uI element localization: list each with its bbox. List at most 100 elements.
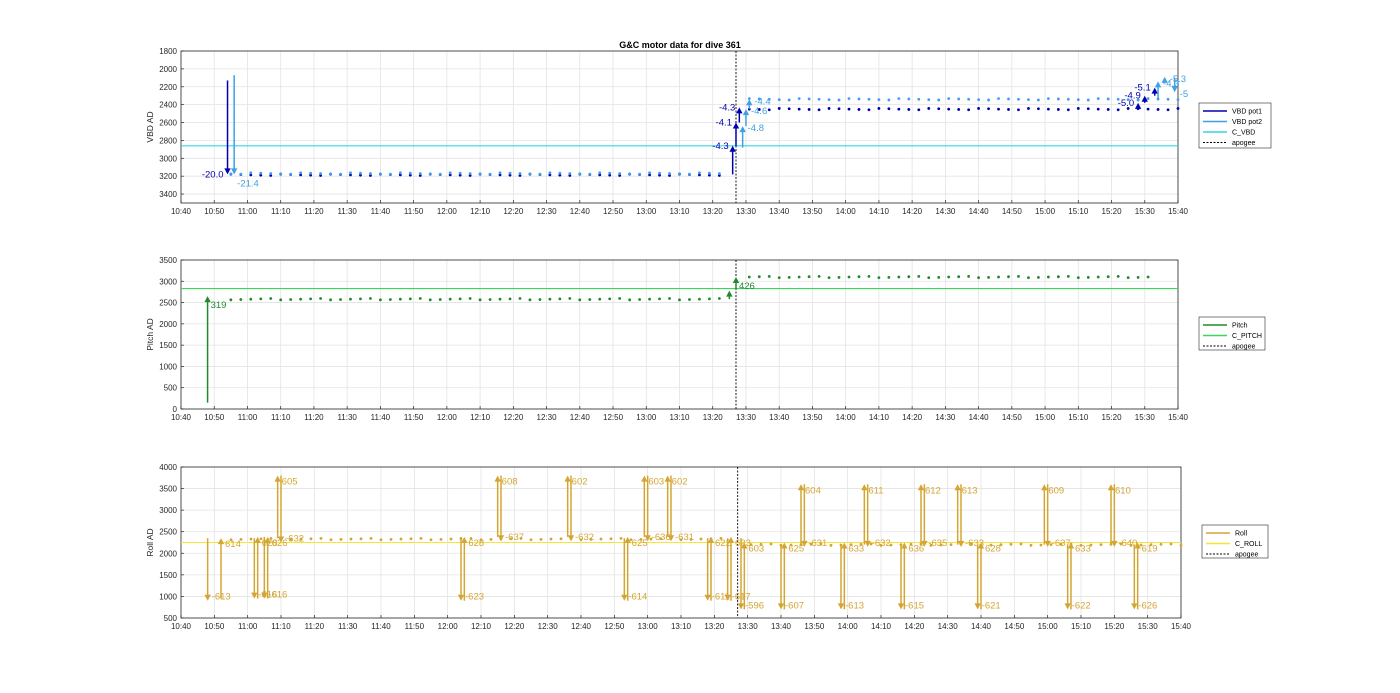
- data-point: [339, 537, 343, 541]
- data-point: [518, 172, 522, 175]
- data-point: [249, 537, 253, 541]
- x-tick-label: 12:40: [570, 207, 591, 216]
- data-point: [698, 297, 701, 301]
- x-tick-label: 15:10: [1068, 207, 1089, 216]
- data-point: [997, 275, 1000, 279]
- data-point: [1039, 543, 1043, 547]
- data-point: [239, 298, 243, 301]
- x-tick-label: 12:40: [570, 413, 591, 422]
- x-tick-label: 13:30: [738, 622, 759, 631]
- data-point: [827, 107, 831, 110]
- x-tick-label: 12:30: [537, 413, 558, 422]
- data-point: [269, 297, 273, 300]
- data-point: [937, 275, 941, 279]
- data-point: [887, 98, 891, 102]
- y-axis-label: Roll AD: [145, 528, 155, 556]
- data-point: [698, 171, 701, 175]
- data-point: [489, 537, 493, 541]
- data-point: [309, 171, 313, 175]
- data-point: [229, 298, 233, 302]
- x-tick-label: 15:30: [1138, 622, 1159, 631]
- data-point: [249, 171, 253, 175]
- move-label: -622: [1072, 600, 1091, 611]
- data-point: [937, 107, 941, 111]
- data-point: [558, 171, 562, 175]
- legend-label: apogee: [1232, 140, 1255, 147]
- data-point: [628, 172, 632, 176]
- data-point: [618, 172, 622, 175]
- data-point: [897, 275, 901, 279]
- data-point: [1116, 274, 1120, 278]
- data-point: [1029, 543, 1033, 547]
- data-point: [528, 172, 532, 176]
- x-tick-label: 13:40: [769, 413, 790, 422]
- data-point: [359, 537, 363, 541]
- x-tick-label: 14:00: [838, 622, 859, 631]
- x-tick-label: 10:40: [171, 413, 192, 422]
- x-tick-label: 13:00: [636, 413, 657, 422]
- data-point: [827, 98, 831, 102]
- data-point: [797, 107, 801, 111]
- data-point: [658, 297, 661, 301]
- data-point: [319, 172, 322, 175]
- x-tick-label: 13:00: [636, 207, 657, 216]
- data-point: [847, 275, 851, 279]
- move-label: -613: [845, 600, 864, 611]
- move-label: 628: [985, 544, 1001, 555]
- x-tick-label: 13:30: [736, 207, 757, 216]
- data-point: [448, 297, 452, 301]
- x-tick-label: 15:00: [1035, 413, 1056, 422]
- data-point: [957, 275, 961, 279]
- data-point: [967, 274, 971, 278]
- y-axis-label: Pitch AD: [145, 318, 155, 351]
- y-tick-label: 0: [173, 405, 178, 414]
- data-point: [1019, 542, 1023, 546]
- data-point: [717, 172, 721, 175]
- y-tick-label: 1500: [159, 341, 177, 350]
- x-tick-label: 15:00: [1035, 207, 1056, 216]
- x-tick-label: 14:40: [971, 622, 992, 631]
- data-point: [927, 276, 931, 280]
- data-point: [1106, 108, 1110, 111]
- move-label: -632: [575, 532, 594, 543]
- data-point: [538, 298, 542, 301]
- data-point: [349, 537, 353, 541]
- x-tick-label: 13:00: [638, 622, 659, 631]
- data-point: [1007, 97, 1010, 101]
- data-point: [488, 298, 492, 301]
- move-label: 619: [1142, 544, 1158, 555]
- data-point: [359, 297, 362, 301]
- x-tick-label: 12:00: [437, 207, 458, 216]
- data-point: [917, 97, 921, 101]
- data-point: [807, 275, 811, 279]
- move-label: -5: [1180, 89, 1188, 100]
- data-point: [807, 97, 811, 101]
- data-point: [1166, 97, 1170, 101]
- data-point: [658, 171, 661, 175]
- x-tick-label: 10:50: [204, 622, 225, 631]
- x-tick-label: 10:40: [171, 622, 192, 631]
- x-tick-label: 12:20: [503, 207, 524, 216]
- x-tick-label: 11:10: [271, 207, 291, 216]
- x-tick-label: 11:20: [304, 413, 324, 422]
- data-point: [599, 537, 603, 541]
- move-label: -607: [785, 600, 804, 611]
- data-point: [349, 171, 352, 175]
- data-point: [757, 275, 761, 279]
- x-tick-label: 12:00: [438, 622, 459, 631]
- x-tick-label: 15:10: [1071, 622, 1092, 631]
- data-point: [917, 108, 921, 112]
- x-tick-label: 12:30: [538, 622, 559, 631]
- data-point: [977, 98, 980, 102]
- data-point: [309, 297, 313, 301]
- data-point: [648, 171, 651, 175]
- data-point: [987, 98, 990, 102]
- x-tick-label: 12:50: [603, 207, 624, 216]
- move-label: 636: [908, 544, 924, 555]
- data-point: [508, 297, 512, 301]
- data-point: [927, 98, 931, 102]
- data-point: [867, 108, 871, 112]
- data-point: [429, 538, 433, 542]
- data-point: [588, 298, 592, 301]
- data-point: [518, 297, 522, 300]
